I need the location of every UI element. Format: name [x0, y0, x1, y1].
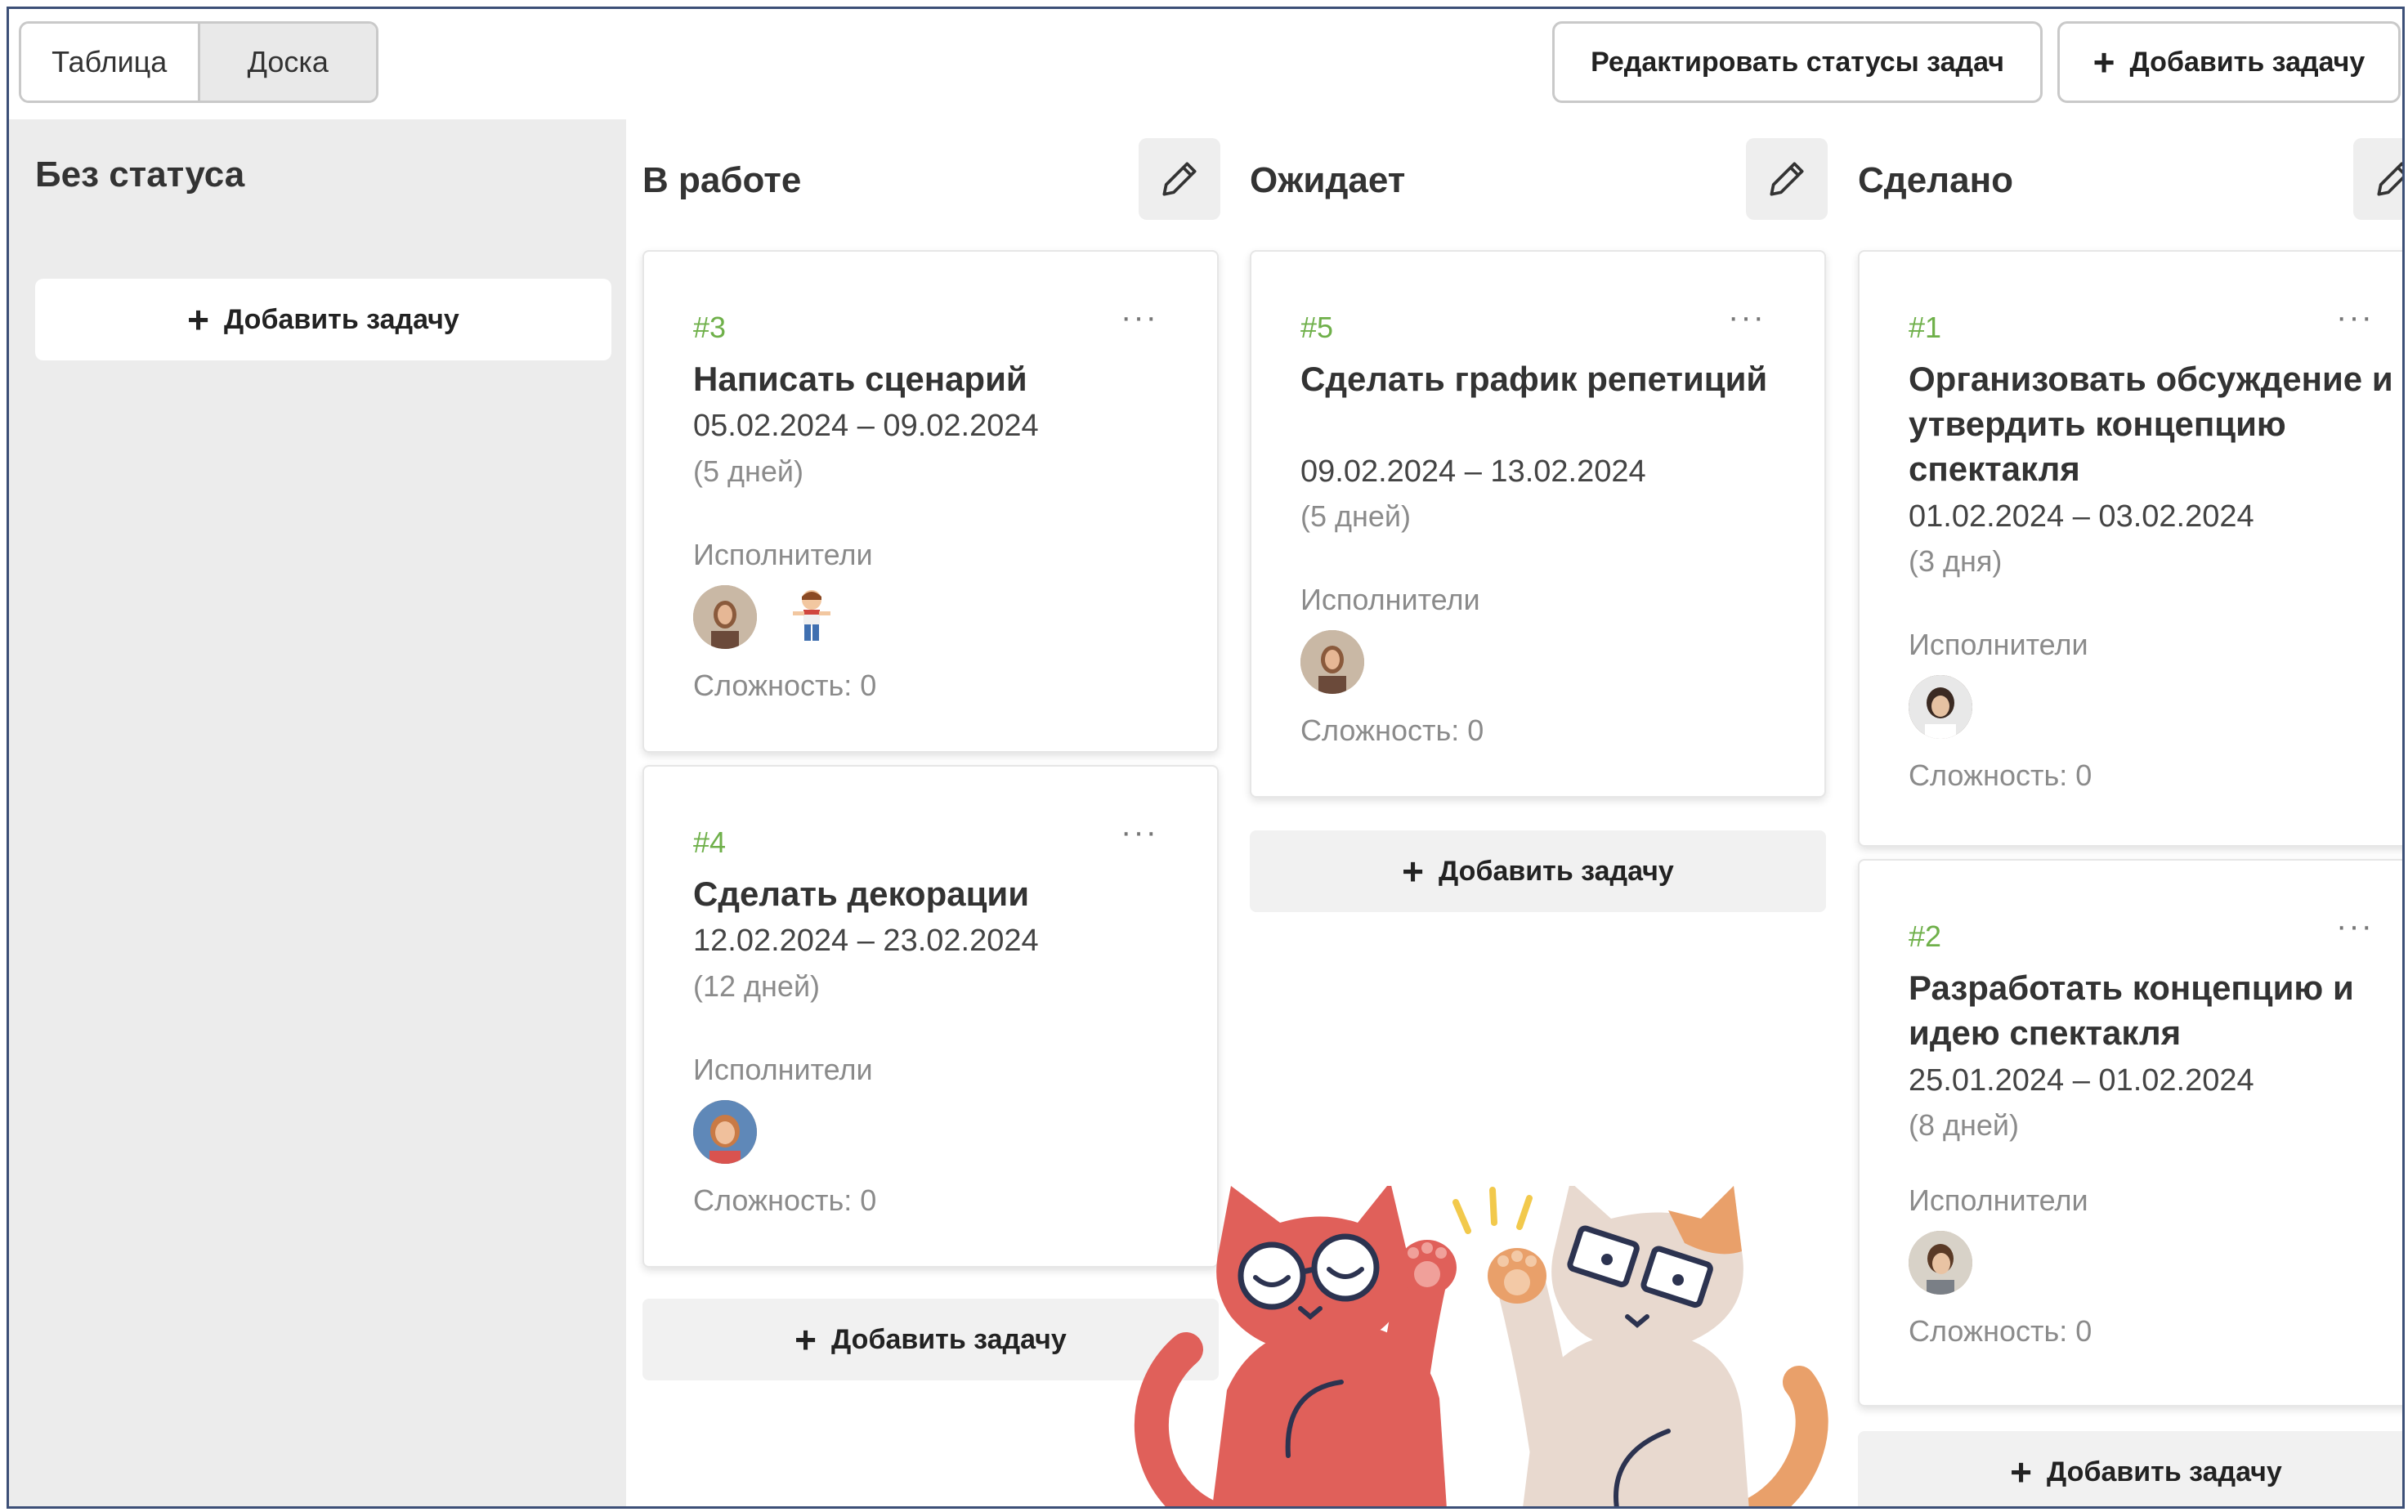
add-task-waiting-button[interactable]: + Добавить задачу	[1250, 830, 1826, 912]
plus-icon: +	[2092, 41, 2115, 83]
column-title-no-status: Без статуса	[35, 154, 245, 195]
task-number: #4	[693, 825, 727, 859]
edit-column-in-progress-button[interactable]	[1139, 138, 1220, 220]
task-dates: 05.02.2024 – 09.02.2024	[693, 409, 1039, 443]
avatar[interactable]	[693, 585, 757, 649]
task-difficulty: Сложность: 0	[1909, 758, 2092, 792]
task-title: Организовать обсуждение и утвердить конц…	[1909, 360, 2393, 488]
task-duration: (5 дней)	[693, 454, 804, 488]
task-duration: (8 дней)	[1909, 1108, 2020, 1142]
assignees-label: Исполнители	[693, 1053, 873, 1086]
task-card-5[interactable]: #5 ··· Сделать график репетиций 09.02.20…	[1250, 250, 1826, 798]
task-dates: 25.01.2024 – 01.02.2024	[1909, 1063, 2254, 1098]
avatar[interactable]	[1909, 675, 1972, 739]
pencil-icon	[1162, 162, 1197, 196]
task-dates: 09.02.2024 – 13.02.2024	[1300, 454, 1646, 489]
task-difficulty: Сложность: 0	[693, 669, 877, 702]
avatar[interactable]	[693, 1100, 757, 1164]
card-menu-icon[interactable]: ···	[1728, 299, 1766, 336]
task-title: Сделать декорации	[693, 875, 1030, 913]
task-number: #1	[1909, 311, 1942, 344]
plus-icon: +	[2010, 1451, 2033, 1493]
task-duration: (5 дней)	[1300, 499, 1412, 533]
assignees-label: Исполнители	[693, 538, 873, 571]
task-number: #3	[693, 311, 727, 344]
task-title: Разработать концепцию и идею спектакля	[1909, 968, 2354, 1052]
assignees-list	[1300, 630, 1364, 694]
assignees-label: Исполнители	[1909, 628, 2088, 661]
edit-statuses-button[interactable]: Редактировать статусы задач	[1552, 21, 2043, 103]
add-task-label: Добавить задачу	[1439, 855, 1674, 887]
assignees-label: Исполнители	[1300, 583, 1480, 616]
add-task-top-button[interactable]: + Добавить задачу	[2057, 21, 2401, 103]
task-difficulty: Сложность: 0	[1300, 714, 1484, 747]
assignees-label: Исполнители	[1909, 1183, 2088, 1217]
view-table-label: Таблица	[51, 45, 168, 78]
column-title-waiting: Ожидает	[1250, 160, 1406, 200]
view-table-button[interactable]: Таблица	[21, 24, 200, 101]
cats-high-five-illustration	[1134, 1186, 1828, 1506]
task-dates: 01.02.2024 – 03.02.2024	[1909, 499, 2254, 534]
plus-icon: +	[794, 1318, 817, 1361]
task-number: #5	[1300, 311, 1334, 344]
edit-column-waiting-button[interactable]	[1746, 138, 1828, 220]
plus-icon: +	[1402, 850, 1425, 892]
add-task-label: Добавить задачу	[224, 303, 459, 335]
assignees-list	[1909, 1231, 1972, 1295]
task-dates: 12.02.2024 – 23.02.2024	[693, 924, 1039, 958]
avatar[interactable]	[1909, 1231, 1972, 1295]
add-task-label: Добавить задачу	[831, 1323, 1067, 1355]
task-number: #2	[1909, 919, 1942, 953]
edit-column-done-button[interactable]	[2353, 138, 2402, 220]
task-card-3[interactable]: #3 ··· Написать сценарий 05.02.2024 – 09…	[642, 250, 1219, 753]
edit-statuses-label: Редактировать статусы задач	[1591, 46, 2004, 78]
app-frame: Таблица Доска Редактировать статусы зада…	[7, 7, 2405, 1509]
task-difficulty: Сложность: 0	[1909, 1314, 2092, 1348]
view-toggle: Таблица Доска	[19, 21, 378, 103]
task-title: Написать сценарий	[693, 360, 1027, 398]
plus-icon: +	[187, 298, 210, 341]
add-task-no-status-button[interactable]: + Добавить задачу	[35, 279, 611, 360]
task-duration: (3 дня)	[1909, 544, 2003, 578]
assignees-list	[693, 585, 844, 649]
add-task-label: Добавить задачу	[2047, 1456, 2282, 1487]
add-task-done-button[interactable]: + Добавить задачу	[1858, 1431, 2402, 1506]
card-menu-icon[interactable]: ···	[2336, 299, 2374, 336]
view-board-label: Доска	[247, 45, 329, 78]
pencil-icon	[2377, 162, 2402, 196]
card-menu-icon[interactable]: ···	[1121, 299, 1158, 336]
view-board-button[interactable]: Доска	[199, 24, 376, 101]
avatar-boy-icon[interactable]	[780, 585, 844, 649]
task-card-2[interactable]: #2 ··· Разработать концепцию и идею спек…	[1858, 859, 2402, 1407]
avatar[interactable]	[1300, 630, 1364, 694]
task-card-1[interactable]: #1 ··· Организовать обсуждение и утверди…	[1858, 250, 2402, 847]
assignees-list	[693, 1100, 757, 1164]
column-title-done: Сделано	[1858, 160, 2014, 200]
card-menu-icon[interactable]: ···	[1121, 814, 1158, 851]
add-task-top-label: Добавить задачу	[2129, 46, 2365, 78]
task-title: Сделать график репетиций	[1300, 360, 1768, 398]
task-difficulty: Сложность: 0	[693, 1183, 877, 1217]
column-title-in-progress: В работе	[642, 160, 802, 200]
card-menu-icon[interactable]: ···	[2336, 908, 2374, 945]
assignees-list	[1909, 675, 1972, 739]
pencil-icon	[1770, 162, 1804, 196]
task-duration: (12 дней)	[693, 969, 821, 1003]
